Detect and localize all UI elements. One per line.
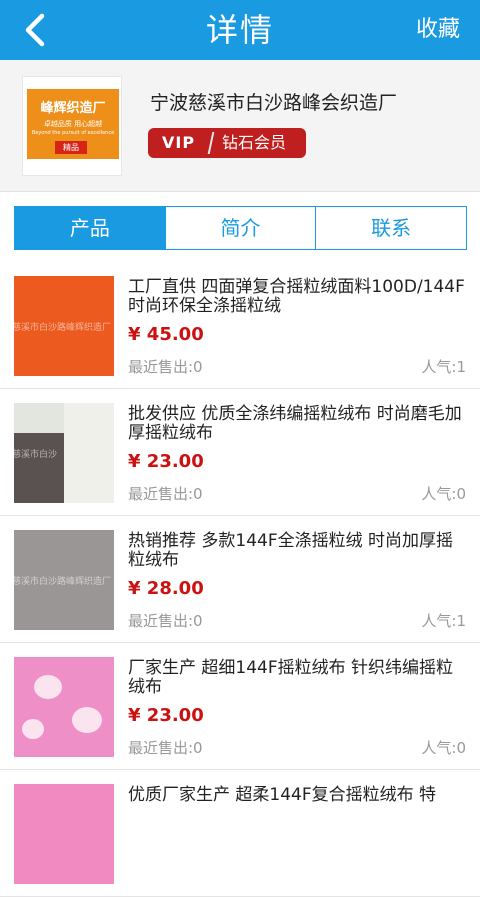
tab-intro[interactable]: 简介: [165, 207, 317, 249]
product-item[interactable]: 慈溪市白沙 批发供应 优质全涤纬编摇粒绒布 时尚磨毛加厚摇粒绒布 ¥ 23.00…: [0, 389, 480, 516]
vip-divider: [207, 132, 215, 154]
tab-contact[interactable]: 联系: [316, 207, 467, 249]
tab-bar: 产品 简介 联系: [14, 206, 467, 250]
page-title: 详情: [205, 11, 274, 49]
thumbnail-watermark: 慈溪市白沙: [14, 450, 58, 460]
product-recent-sales: 最近售出:0: [128, 358, 203, 376]
product-popularity: 人气:1: [421, 612, 466, 630]
product-title: 热销推荐 多款144F全涤摇粒绒 时尚加厚摇粒绒布: [128, 531, 454, 570]
product-thumbnail: [14, 784, 114, 884]
product-popularity: 人气:1: [421, 358, 466, 376]
product-popularity: 人气:0: [421, 739, 466, 757]
product-item[interactable]: 慈溪市白沙路峰辉织造厂 工厂直供 四面弹复合摇粒绒面料100D/144F 时尚环…: [0, 262, 480, 389]
product-thumbnail: 慈溪市白沙路峰辉织造厂: [14, 276, 114, 376]
product-title: 工厂直供 四面弹复合摇粒绒面料100D/144F 时尚环保全涤摇粒绒: [128, 277, 465, 316]
shop-logo: 峰辉织造厂 卓越品质 用心超越 Beyond the pursuit of ex…: [22, 76, 122, 176]
product-popularity: 人气:0: [421, 485, 466, 503]
product-price: ¥ 45.00: [128, 324, 204, 345]
logo-slogan: 卓越品质 用心超越: [43, 120, 103, 128]
product-title: 优质厂家生产 超柔144F复合摇粒绒布 特: [128, 785, 437, 805]
top-bar: 详情 收藏: [0, 0, 480, 60]
product-list: 慈溪市白沙路峰辉织造厂 工厂直供 四面弹复合摇粒绒面料100D/144F 时尚环…: [0, 262, 480, 897]
product-title: 厂家生产 超细144F摇粒绒布 针织纬编摇粒绒布: [128, 658, 454, 697]
product-thumbnail: [14, 657, 114, 757]
fabric-pattern-dot: [72, 707, 102, 733]
fabric-pattern-dot: [22, 719, 44, 739]
vip-label: VIP: [162, 133, 196, 152]
shop-name: 宁波慈溪市白沙路峰会织造厂: [150, 92, 398, 114]
product-price: ¥ 23.00: [128, 451, 204, 472]
logo-slogan-en: Beyond the pursuit of excellence: [31, 130, 115, 136]
favorite-button[interactable]: 收藏: [416, 0, 460, 60]
product-price: ¥ 23.00: [128, 705, 204, 726]
fabric-pattern-dot: [34, 675, 62, 699]
product-item[interactable]: 慈溪市白沙路峰辉织造厂 热销推荐 多款144F全涤摇粒绒 时尚加厚摇粒绒布 ¥ …: [0, 516, 480, 643]
tab-products[interactable]: 产品: [15, 207, 166, 249]
shop-logo-badge: 峰辉织造厂 卓越品质 用心超越 Beyond the pursuit of ex…: [27, 89, 119, 159]
vip-badge: VIP 钻石会员: [148, 128, 306, 158]
product-item[interactable]: 厂家生产 超细144F摇粒绒布 针织纬编摇粒绒布 ¥ 23.00 最近售出:0 …: [0, 643, 480, 770]
product-item[interactable]: 优质厂家生产 超柔144F复合摇粒绒布 特: [0, 770, 480, 897]
logo-badge: 精品: [55, 141, 87, 154]
thumbnail-watermark: 慈溪市白沙路峰辉织造厂: [14, 577, 112, 587]
product-price: ¥ 28.00: [128, 578, 204, 599]
vip-level: 钻石会员: [222, 133, 287, 152]
product-thumbnail: 慈溪市白沙: [14, 403, 114, 503]
product-title: 批发供应 优质全涤纬编摇粒绒布 时尚磨毛加厚摇粒绒布: [128, 404, 462, 443]
thumbnail-watermark: 慈溪市白沙路峰辉织造厂: [14, 323, 112, 333]
product-thumbnail: 慈溪市白沙路峰辉织造厂: [14, 530, 114, 630]
logo-name: 峰辉织造厂: [40, 101, 106, 116]
product-recent-sales: 最近售出:0: [128, 612, 203, 630]
shop-header: 峰辉织造厂 卓越品质 用心超越 Beyond the pursuit of ex…: [0, 60, 480, 192]
product-recent-sales: 最近售出:0: [128, 485, 203, 503]
product-recent-sales: 最近售出:0: [128, 739, 203, 757]
